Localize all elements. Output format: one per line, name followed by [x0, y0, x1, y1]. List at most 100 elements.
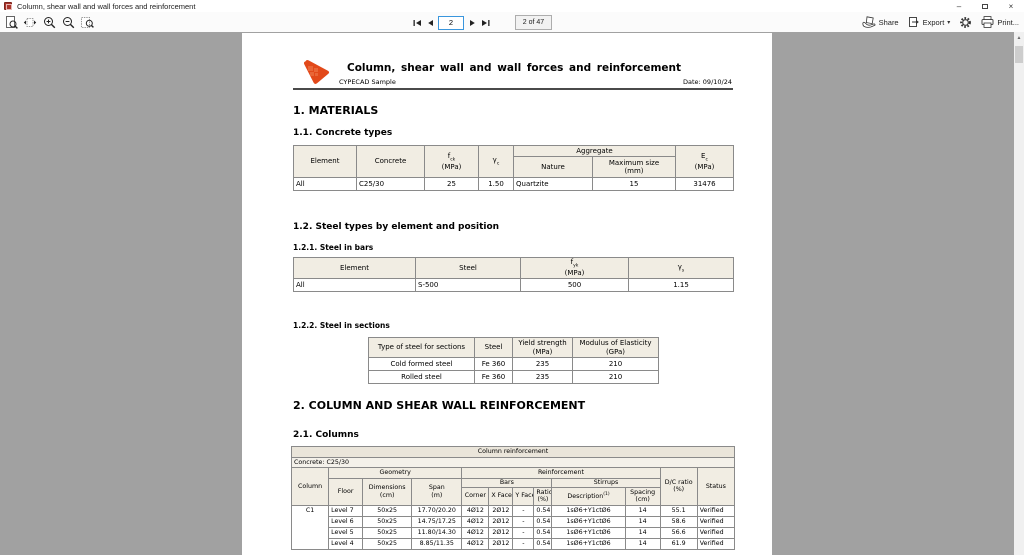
col-header-element: Element	[293, 145, 357, 178]
col-header-steel: Steel	[474, 337, 513, 358]
column-reinforcement-table: Column reinforcement Concrete: C25/30 Co…	[290, 446, 736, 550]
cell-steel: Fe 360	[474, 370, 513, 384]
table-row: Level 5 50x25 11.80/14.30 4Ø12 2Ø12 - 0.…	[292, 526, 736, 539]
zoom-in-button[interactable]	[41, 14, 57, 30]
cell-max-size: 15	[592, 177, 676, 191]
cell-steel: Fe 360	[474, 357, 513, 371]
col-header-description: Description(1)	[551, 486, 626, 506]
table-row: Cold formed steel Fe 360 235 210	[368, 357, 659, 371]
cell-dimensions: 50x25	[362, 504, 413, 517]
cell-spacing: 14	[624, 526, 661, 539]
col-header-gamma-s: γs	[628, 257, 734, 279]
cell-status: Verified	[696, 526, 736, 539]
cell-spacing: 14	[624, 504, 661, 517]
next-page-button[interactable]	[467, 17, 477, 29]
col-header-fck: fck (MPa)	[424, 145, 479, 178]
report-subtitle: CYPECAD Sample	[339, 78, 396, 86]
concrete-types-table: Element Concrete fck (MPa) γc Aggregate E…	[293, 145, 734, 191]
table-row: All S-500 500 1.15	[293, 278, 734, 292]
col-header-steel: Steel	[415, 257, 521, 279]
col-header-nature: Nature	[513, 156, 593, 178]
col-header-modulus: Modulus of Elasticity (GPa)	[572, 337, 659, 358]
share-button[interactable]: Share	[862, 16, 899, 28]
export-caret-icon: ▾	[947, 19, 951, 26]
maximize-button[interactable]	[972, 0, 998, 12]
col-header-aggregate: Aggregate	[513, 145, 676, 157]
col-header-dc-ratio: D/C ratio (%)	[659, 467, 698, 506]
zoom-out-button[interactable]	[60, 14, 76, 30]
close-button[interactable]: ×	[998, 0, 1024, 12]
cell-modulus: 210	[572, 357, 659, 371]
cell-dc: 55.1	[659, 504, 698, 517]
settings-button[interactable]	[959, 16, 972, 29]
col-header-span: Span (m)	[411, 478, 463, 506]
cell-yield: 235	[512, 357, 573, 371]
cell-concrete: C25/30	[356, 177, 425, 191]
app-icon	[4, 2, 12, 10]
heading-steel-bars: 1.2.1. Steel in bars	[293, 243, 374, 252]
cell-span: 11.80/14.30	[411, 526, 463, 539]
cell-dc: 56.6	[659, 526, 698, 539]
print-button[interactable]: Print...	[981, 16, 1019, 28]
last-page-button[interactable]	[480, 17, 490, 29]
cell-xface: 2Ø12	[488, 504, 514, 517]
document-actions: Share Export ▾ Print...	[862, 14, 1019, 30]
cell-status: Verified	[696, 537, 736, 550]
cell-floor: Level 5	[328, 526, 364, 539]
cell-spacing: 14	[624, 515, 661, 528]
heading-concrete-types: 1.1. Concrete types	[293, 128, 393, 138]
col-header-fyk: fyk (MPa)	[520, 257, 629, 279]
cell-corner: 4Ø12	[461, 537, 490, 550]
fit-page-button[interactable]	[3, 14, 19, 30]
cell-floor: Level 6	[328, 515, 364, 528]
cell-yface: -	[512, 504, 535, 517]
fit-width-button[interactable]	[22, 14, 38, 30]
vertical-scrollbar[interactable]: ▲	[1014, 32, 1024, 555]
next-page-icon	[469, 19, 475, 26]
zoom-region-icon	[80, 16, 94, 28]
window-titlebar: Column, shear wall and wall forces and r…	[0, 0, 1024, 12]
fit-page-icon	[5, 15, 18, 29]
steel-sections-table: Type of steel for sections Steel Yield s…	[368, 337, 659, 384]
export-button[interactable]: Export ▾	[908, 16, 951, 28]
cell-description: 1sØ6+Y1ctØ6	[551, 537, 626, 550]
heading-materials: 1. MATERIALS	[293, 104, 379, 117]
cell-status: Verified	[696, 515, 736, 528]
heading-steel-types: 1.2. Steel types by element and position	[293, 222, 500, 232]
gear-icon	[960, 16, 972, 28]
scroll-up-icon[interactable]: ▲	[1014, 34, 1024, 42]
col-header-column: Column	[290, 467, 330, 506]
cell-description: 1sØ6+Y1ctØ6	[551, 515, 626, 528]
cell-ratio: 0.54	[533, 537, 553, 550]
cell-dimensions: 50x25	[362, 515, 413, 528]
cell-description: 1sØ6+Y1ctØ6	[551, 526, 626, 539]
zoom-tool-group	[3, 14, 95, 30]
minimize-button[interactable]: –	[946, 0, 972, 12]
first-page-icon	[413, 19, 421, 26]
cell-gamma: 1.15	[628, 278, 734, 292]
table-row: All C25/30 25 1.50 Quartzite 15 31476	[293, 177, 734, 191]
cell-steel: S-500	[415, 278, 521, 292]
col-header-ratio: Ratio (%)	[533, 486, 553, 506]
col-header-bars: Bars	[461, 478, 553, 488]
cell-floor: Level 4	[328, 537, 364, 550]
cype-logo	[302, 59, 330, 86]
last-page-icon	[481, 19, 489, 26]
print-label: Print...	[997, 17, 1019, 27]
previous-page-button[interactable]	[425, 17, 435, 29]
cell-dc: 61.9	[659, 537, 698, 550]
cell-span: 17.70/20.20	[411, 504, 463, 517]
page-navigation: 2 of 47	[412, 15, 552, 30]
scrollbar-thumb[interactable]	[1015, 46, 1023, 63]
cell-yface: -	[512, 526, 535, 539]
cell-dimensions: 50x25	[362, 537, 413, 550]
page-number-input[interactable]	[438, 15, 464, 30]
table-row: C1 Level 7 50x25 17.70/20.20 4Ø12 2Ø12 -…	[290, 504, 736, 550]
col-header-yface: Y Face	[512, 486, 535, 506]
zoom-region-button[interactable]	[79, 14, 95, 30]
zoom-out-icon	[62, 16, 74, 28]
first-page-button[interactable]	[412, 17, 422, 29]
col-header-corner: Corner	[461, 486, 490, 506]
cell-xface: 2Ø12	[488, 526, 514, 539]
cell-xface: 2Ø12	[488, 537, 514, 550]
